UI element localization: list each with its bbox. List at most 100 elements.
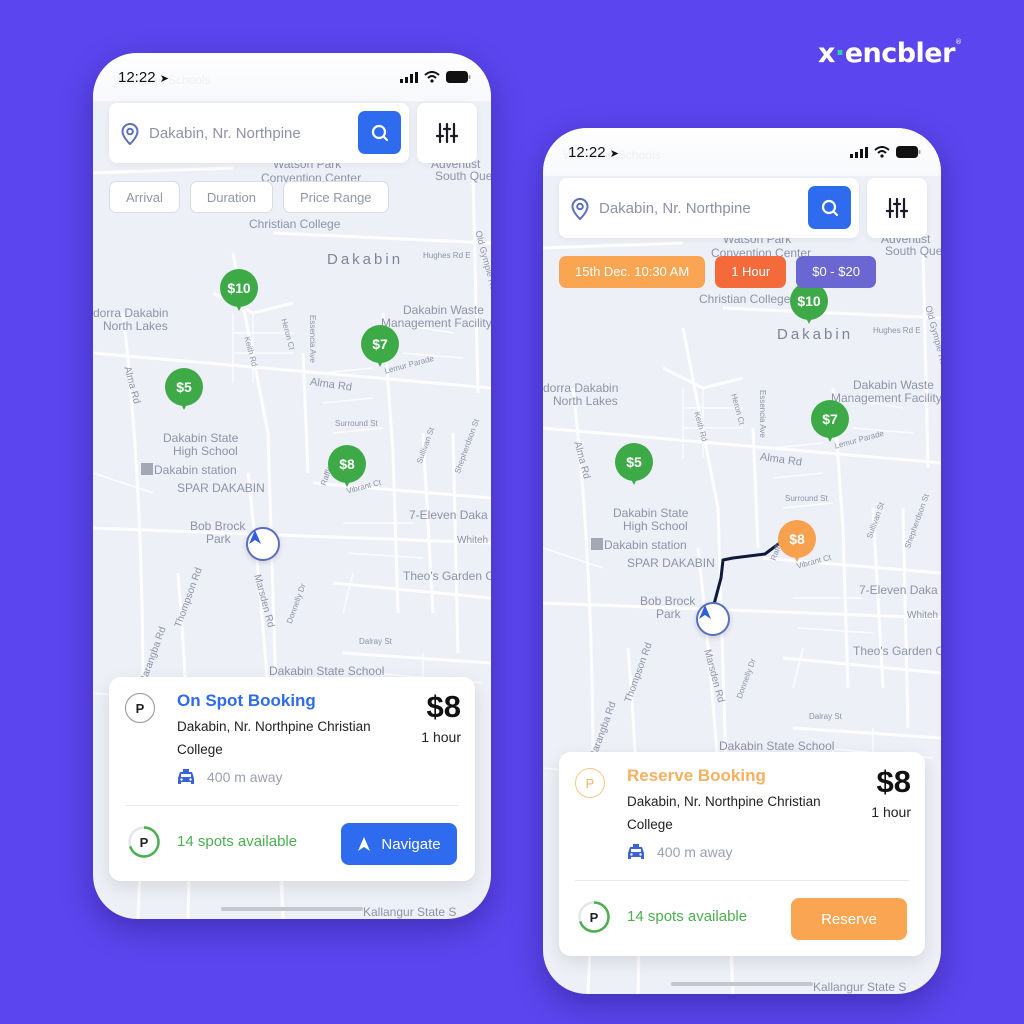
- map-label: Dakabin State: [613, 506, 689, 520]
- parking-distance: 400 m away: [657, 844, 733, 860]
- status-bar: 12:22 ➤: [93, 53, 491, 101]
- map-label: Dakabin State School: [719, 739, 835, 753]
- map-label: dorra Dakabin: [543, 381, 619, 395]
- map-label: Dakabin State: [163, 431, 239, 445]
- parking-duration: 1 hour: [421, 729, 461, 745]
- location-search-bar[interactable]: Dakabin, Nr. Northpine: [559, 178, 859, 238]
- map-label: Theo's Garden C: [403, 569, 491, 583]
- navigate-button[interactable]: Navigate: [341, 823, 457, 865]
- filter-button[interactable]: [867, 178, 927, 238]
- search-button[interactable]: [358, 111, 401, 154]
- map-label: Park: [206, 532, 231, 546]
- parking-price: $8: [426, 689, 461, 724]
- price-pin[interactable]: $10: [220, 269, 258, 313]
- price-pin[interactable]: $8: [328, 445, 366, 489]
- map-label: Dalray St: [359, 637, 392, 646]
- map-label: Essencia Ave: [758, 390, 767, 438]
- map-label: Dakabin: [777, 326, 854, 343]
- parking-card[interactable]: P Reserve Booking Dakabin, Nr. Northpine…: [559, 752, 925, 956]
- selected-price-pin[interactable]: $8: [778, 520, 816, 564]
- location-arrow-icon: ➤: [609, 148, 619, 160]
- map-label: 7-Eleven Daka: [409, 508, 488, 522]
- availability-ring-icon: P: [128, 826, 160, 858]
- filter-chips: Arrival Duration Price Range: [109, 181, 389, 213]
- filter-chips: 15th Dec. 10:30 AM 1 Hour $0 - $20: [559, 256, 876, 288]
- signal-icon: [850, 146, 868, 158]
- map-label: Dakabin station: [141, 463, 237, 477]
- home-indicator: [671, 982, 813, 986]
- car-icon: [628, 844, 644, 859]
- map-label: Dakabin Waste: [853, 378, 934, 392]
- parking-distance: 400 m away: [207, 769, 283, 785]
- map-label: Hughes Rd E: [873, 326, 921, 335]
- price-pin[interactable]: $10: [790, 282, 828, 326]
- search-icon: [371, 124, 388, 141]
- status-time: 12:22 ➤: [118, 69, 169, 86]
- car-icon: [178, 769, 194, 784]
- map-label: Bob Brock: [640, 594, 696, 608]
- map-label: Dalray St: [809, 712, 842, 721]
- location-search-bar[interactable]: Dakabin, Nr. Northpine: [109, 103, 409, 163]
- price-pin[interactable]: $5: [165, 368, 203, 412]
- map-label: Hughes Rd E: [423, 251, 471, 260]
- svg-text:P: P: [590, 910, 599, 925]
- chip-price-range-selected[interactable]: $0 - $20: [796, 256, 876, 288]
- availability-ring-icon: P: [578, 901, 610, 933]
- map-label: Whiteh: [457, 535, 489, 546]
- map-label: Whiteh: [907, 610, 939, 621]
- current-location-marker[interactable]: [696, 602, 730, 636]
- chip-arrival[interactable]: Arrival: [109, 181, 180, 213]
- current-location-marker[interactable]: [246, 527, 280, 561]
- map-label: Theo's Garden C: [853, 644, 941, 658]
- search-input[interactable]: Dakabin, Nr. Northpine: [599, 200, 751, 217]
- sliders-icon: [436, 122, 458, 144]
- parking-price: $8: [876, 764, 911, 799]
- navigation-arrow-icon: [249, 530, 261, 544]
- wifi-icon: [424, 71, 440, 83]
- sliders-icon: [886, 197, 908, 219]
- map-label: North Lakes: [553, 394, 618, 408]
- map-label: North Lakes: [103, 319, 168, 333]
- spots-available: 14 spots available: [627, 908, 748, 925]
- location-arrow-icon: ➤: [159, 73, 169, 85]
- home-indicator: [221, 907, 363, 911]
- chip-arrival-selected[interactable]: 15th Dec. 10:30 AM: [559, 256, 706, 288]
- parking-icon: P: [575, 768, 605, 798]
- search-button[interactable]: [808, 186, 851, 229]
- map-label: Surround St: [785, 494, 828, 503]
- brand-logo: x·encbler®: [818, 38, 962, 69]
- chip-duration-selected[interactable]: 1 Hour: [715, 256, 787, 288]
- map-label: Dakabin State School: [269, 664, 385, 678]
- search-icon: [821, 199, 838, 216]
- map-label: Dakabin Waste: [403, 303, 484, 317]
- map-label: SPAR DAKABIN: [627, 556, 715, 570]
- status-bar: 12:22 ➤: [543, 128, 941, 176]
- chip-price-range[interactable]: Price Range: [282, 181, 389, 213]
- parking-icon: P: [125, 693, 155, 723]
- map-label: 7-Eleven Daka: [859, 583, 938, 597]
- parking-address: Dakabin, Nr. Northpine Christian College: [627, 794, 821, 832]
- map-label: High School: [623, 519, 688, 533]
- chip-duration[interactable]: Duration: [189, 181, 273, 213]
- parking-duration: 1 hour: [871, 804, 911, 820]
- price-pin[interactable]: $7: [811, 400, 849, 444]
- map-label: Essencia Ave: [308, 315, 317, 363]
- reserve-button[interactable]: Reserve: [791, 898, 907, 940]
- map-label: Kallangur State S: [363, 905, 457, 919]
- price-pin[interactable]: $7: [361, 325, 399, 369]
- filter-button[interactable]: [417, 103, 477, 163]
- phone-screen-on-spot: Wamuran Schools Watson Park Convention C…: [93, 53, 491, 919]
- battery-icon: [446, 71, 471, 83]
- phone-screen-reserve: Wamuran Schools Watson Park Convention C…: [543, 128, 941, 994]
- status-time: 12:22 ➤: [568, 144, 619, 161]
- booking-type-title: Reserve Booking: [627, 766, 766, 785]
- location-pin-icon: [121, 123, 139, 145]
- map-label: dorra Dakabin: [93, 306, 169, 320]
- map-label: SPAR DAKABIN: [177, 481, 265, 495]
- parking-address: Dakabin, Nr. Northpine Christian College: [177, 719, 371, 757]
- price-pin[interactable]: $5: [615, 443, 653, 487]
- search-input[interactable]: Dakabin, Nr. Northpine: [149, 125, 301, 142]
- parking-card[interactable]: P On Spot Booking Dakabin, Nr. Northpine…: [109, 677, 475, 881]
- signal-icon: [400, 71, 418, 83]
- map-label: South Que: [885, 244, 941, 258]
